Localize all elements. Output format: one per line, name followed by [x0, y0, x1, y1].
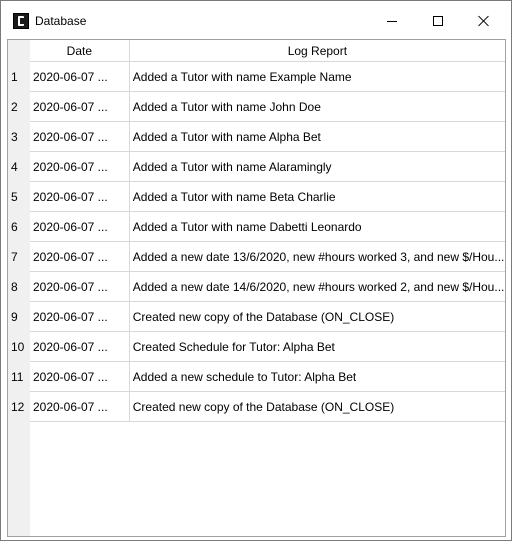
cell-date[interactable]: 2020-06-07 ...	[29, 362, 130, 392]
cell-log-report-text: Added a Tutor with name Alaramingly	[132, 159, 332, 174]
table-row[interactable]: 12 2020-06-07 ... Created new copy of the …	[8, 392, 505, 422]
cell-log-report[interactable]: Added a Tutor with name Beta Charlie	[129, 182, 505, 212]
table-corner[interactable]	[8, 40, 30, 62]
row-number[interactable]: 12	[8, 392, 30, 422]
cell-date[interactable]: 2020-06-07 ...	[29, 212, 130, 242]
row-number[interactable]: 9	[8, 302, 30, 332]
cell-log-report[interactable]: Added a Tutor with name Example Name	[129, 62, 505, 92]
row-number[interactable]: 11	[8, 362, 30, 392]
cell-date-text: 2020-06-07 ...	[32, 159, 108, 174]
row-number[interactable]: 6	[8, 212, 30, 242]
database-window: Database Date Log Report 1 2020-06-07 ...…	[0, 0, 512, 541]
maximize-icon	[433, 16, 443, 26]
cell-log-report-text: Added a Tutor with name Dabetti Leonardo	[132, 219, 362, 234]
cell-log-report[interactable]: Added a Tutor with name Alaramingly	[129, 152, 505, 182]
cell-log-report[interactable]: Added a Tutor with name Dabetti Leonardo	[129, 212, 505, 242]
cell-log-report[interactable]: Added a Tutor with name John Doe	[129, 92, 505, 122]
cell-date-text: 2020-06-07 ...	[32, 369, 108, 384]
cell-log-report[interactable]: Created new copy of the Database (ON_CLO…	[129, 392, 505, 422]
cell-date[interactable]: 2020-06-07 ...	[29, 92, 130, 122]
cell-date[interactable]: 2020-06-07 ...	[29, 302, 130, 332]
cell-log-report[interactable]: Added a new schedule to Tutor: Alpha Bet	[129, 362, 505, 392]
cell-date-text: 2020-06-07 ...	[32, 129, 108, 144]
minimize-icon	[387, 20, 397, 22]
cell-log-report[interactable]: Added a Tutor with name Alpha Bet	[129, 122, 505, 152]
cell-log-report[interactable]: Created Schedule for Tutor: Alpha Bet	[129, 332, 505, 362]
cell-log-report[interactable]: Created new copy of the Database (ON_CLO…	[129, 302, 505, 332]
cell-log-report-text: Added a new date 14/6/2020, new #hours w…	[132, 279, 505, 294]
cell-log-report-text: Added a Tutor with name John Doe	[132, 99, 321, 114]
row-number[interactable]: 5	[8, 182, 30, 212]
cell-date-text: 2020-06-07 ...	[32, 399, 108, 414]
minimize-button[interactable]	[369, 1, 415, 41]
cell-log-report[interactable]: Added a new date 13/6/2020, new #hours w…	[129, 242, 505, 272]
cell-log-report-text: Added a Tutor with name Alpha Bet	[132, 129, 321, 144]
cell-date-text: 2020-06-07 ...	[32, 189, 108, 204]
table-row[interactable]: 4 2020-06-07 ... Added a Tutor with name A…	[8, 152, 505, 182]
table-row[interactable]: 2 2020-06-07 ... Added a Tutor with name J…	[8, 92, 505, 122]
row-number[interactable]: 4	[8, 152, 30, 182]
cell-date-text: 2020-06-07 ...	[32, 69, 108, 84]
cell-date[interactable]: 2020-06-07 ...	[29, 122, 130, 152]
table-header: Date Log Report	[8, 40, 505, 62]
column-header-log-report[interactable]: Log Report	[130, 40, 505, 62]
cell-date-text: 2020-06-07 ...	[32, 339, 108, 354]
row-number[interactable]: 2	[8, 92, 30, 122]
cell-date[interactable]: 2020-06-07 ...	[29, 242, 130, 272]
cell-date[interactable]: 2020-06-07 ...	[29, 392, 130, 422]
close-icon	[478, 15, 490, 27]
table-row[interactable]: 9 2020-06-07 ... Created new copy of the D…	[8, 302, 505, 332]
cell-date[interactable]: 2020-06-07 ...	[29, 182, 130, 212]
cell-log-report-text: Added a Tutor with name Beta Charlie	[132, 189, 336, 204]
cell-date[interactable]: 2020-06-07 ...	[29, 62, 130, 92]
table-row[interactable]: 11 2020-06-07 ... Added a new schedule to …	[8, 362, 505, 392]
cell-date-text: 2020-06-07 ...	[32, 99, 108, 114]
close-button[interactable]	[461, 1, 507, 41]
table-row[interactable]: 5 2020-06-07 ... Added a Tutor with name B…	[8, 182, 505, 212]
row-number[interactable]: 3	[8, 122, 30, 152]
cell-log-report-text: Created Schedule for Tutor: Alpha Bet	[132, 339, 335, 354]
table-row[interactable]: 1 2020-06-07 ... Added a Tutor with name E…	[8, 62, 505, 92]
app-logo-icon	[13, 13, 29, 29]
table-body: 1 2020-06-07 ... Added a Tutor with name E…	[8, 62, 505, 422]
cell-log-report-text: Added a Tutor with name Example Name	[132, 69, 352, 84]
cell-date[interactable]: 2020-06-07 ...	[29, 152, 130, 182]
cell-log-report-text: Added a new date 13/6/2020, new #hours w…	[132, 249, 505, 264]
row-number[interactable]: 1	[8, 62, 30, 92]
maximize-button[interactable]	[415, 1, 461, 41]
cell-log-report-text: Created new copy of the Database (ON_CLO…	[132, 309, 395, 324]
row-number[interactable]: 8	[8, 272, 30, 302]
table-row[interactable]: 6 2020-06-07 ... Added a Tutor with name D…	[8, 212, 505, 242]
table-row[interactable]: 7 2020-06-07 ... Added a new date 13/6/202…	[8, 242, 505, 272]
cell-date-text: 2020-06-07 ...	[32, 249, 108, 264]
cell-date-text: 2020-06-07 ...	[32, 279, 108, 294]
title-bar[interactable]: Database	[1, 1, 511, 41]
cell-date[interactable]: 2020-06-07 ...	[29, 332, 130, 362]
cell-date[interactable]: 2020-06-07 ...	[29, 272, 130, 302]
table-row[interactable]: 3 2020-06-07 ... Added a Tutor with name A…	[8, 122, 505, 152]
cell-date-text: 2020-06-07 ...	[32, 219, 108, 234]
row-number[interactable]: 7	[8, 242, 30, 272]
cell-log-report[interactable]: Added a new date 14/6/2020, new #hours w…	[129, 272, 505, 302]
log-table[interactable]: Date Log Report 1 2020-06-07 ... Added a T…	[7, 39, 506, 537]
table-row[interactable]: 10 2020-06-07 ... Created Schedule for Tut…	[8, 332, 505, 362]
table-row[interactable]: 8 2020-06-07 ... Added a new date 14/6/202…	[8, 272, 505, 302]
column-header-date[interactable]: Date	[30, 40, 130, 62]
cell-log-report-text: Created new copy of the Database (ON_CLO…	[132, 399, 395, 414]
row-number[interactable]: 10	[8, 332, 30, 362]
cell-date-text: 2020-06-07 ...	[32, 309, 108, 324]
cell-log-report-text: Added a new schedule to Tutor: Alpha Bet	[132, 369, 357, 384]
window-title: Database	[35, 14, 87, 28]
